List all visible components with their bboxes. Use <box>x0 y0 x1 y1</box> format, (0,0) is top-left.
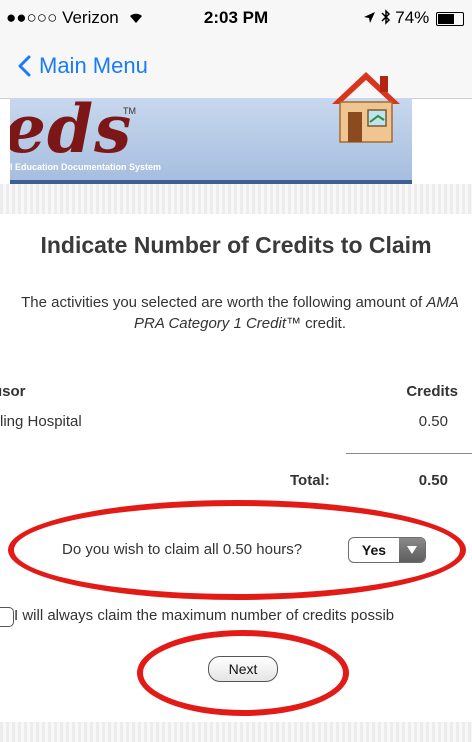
credits-cell: 0.50 <box>418 413 448 430</box>
total-divider <box>346 453 472 454</box>
total-label: Total: <box>290 472 330 489</box>
next-button[interactable]: Next <box>208 656 278 682</box>
back-label: Main Menu <box>39 53 148 78</box>
banner-subtitle: l Education Documentation System <box>10 162 162 172</box>
back-button[interactable]: Main Menu <box>18 53 148 79</box>
bluetooth-icon <box>380 9 390 25</box>
location-arrow-icon <box>363 12 375 23</box>
dropdown-arrow-icon <box>399 538 425 562</box>
chevron-left-icon <box>18 55 31 77</box>
trademark: TM <box>123 106 136 116</box>
claim-select-value: Yes <box>361 542 387 558</box>
battery-icon <box>436 11 464 26</box>
status-bar: ●●○○○ Verizon ︎ 2:03 PM 74% <box>0 0 472 36</box>
sponsor-header: ısor <box>0 383 26 400</box>
logo-text: eds <box>10 98 133 168</box>
page-title: Indicate Number of Credits to Claim <box>40 232 432 258</box>
footer-stripe <box>0 722 472 742</box>
banner-stripe <box>0 184 472 214</box>
house-icon <box>332 72 400 143</box>
status-right: 74% <box>363 8 464 28</box>
claim-select[interactable]: Yes <box>348 537 426 563</box>
total-value: 0.50 <box>418 472 448 489</box>
credits-header: Credits <box>406 383 458 400</box>
description-suffix: credit. <box>301 315 347 332</box>
claim-question: Do you wish to claim all 0.50 hours? <box>62 541 303 558</box>
battery-percent: 74% <box>395 8 430 27</box>
sponsor-cell: ling Hospital <box>0 413 82 430</box>
description-text: The activities you selected are worth th… <box>21 294 427 311</box>
always-claim-label: I will always claim the maximum number o… <box>14 607 395 624</box>
credit-description: The activities you selected are worth th… <box>20 292 460 334</box>
always-claim-checkbox[interactable] <box>0 607 14 627</box>
